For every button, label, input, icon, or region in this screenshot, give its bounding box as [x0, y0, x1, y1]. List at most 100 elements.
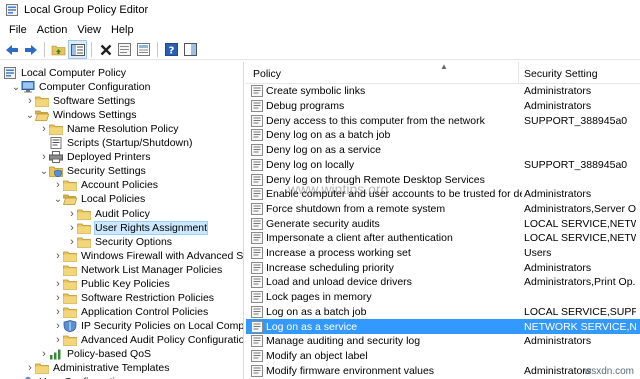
tree-node[interactable]: › Audit Policy — [67, 207, 150, 221]
tree-node[interactable]: › Software Settings — [25, 94, 135, 108]
collapse-chevron-icon[interactable]: ⌄ — [39, 164, 49, 178]
tree-node[interactable]: ⌄ Security Settings — [39, 164, 146, 178]
policy-setting-icon — [251, 247, 263, 260]
expand-chevron-icon[interactable]: › — [11, 375, 21, 379]
policy-row[interactable]: Force shutdown from a remote system Admin… — [246, 202, 640, 217]
tree-node[interactable]: › Software Restriction Policies — [53, 291, 214, 305]
expand-chevron-icon[interactable]: › — [53, 305, 63, 319]
policy-row[interactable]: Deny access to this computer from the ne… — [246, 113, 640, 128]
tree-node[interactable]: Network List Manager Policies — [53, 263, 222, 277]
policy-row[interactable]: Manage auditing and security log Administ… — [246, 334, 640, 349]
export-list-icon[interactable] — [135, 41, 152, 58]
policy-row[interactable]: Modify an object label — [246, 349, 640, 364]
policy-security-setting: Administrators — [524, 261, 592, 274]
tree-node[interactable]: ⌄ Local Policies — [53, 192, 145, 206]
tree-node[interactable]: › Public Key Policies — [53, 277, 170, 291]
tree-node[interactable]: Local Computer Policy — [3, 66, 126, 80]
folder-icon — [63, 278, 77, 290]
expand-chevron-icon[interactable]: › — [53, 319, 63, 333]
policy-setting-icon — [251, 129, 263, 142]
tree-node[interactable]: › Name Resolution Policy — [39, 122, 178, 136]
policy-name: Log on as a service — [266, 320, 358, 333]
printer-icon — [49, 151, 63, 164]
expand-chevron-icon[interactable]: › — [67, 235, 77, 249]
policy-row[interactable]: Generate security audits LOCAL SERVICE,NE… — [246, 216, 640, 231]
policy-row[interactable]: Debug programs Administrators — [246, 99, 640, 114]
policy-setting-icon — [251, 364, 263, 377]
policy-setting-icon — [251, 188, 263, 201]
policy-row[interactable]: Impersonate a client after authenticatio… — [246, 231, 640, 246]
tree-node[interactable]: › Advanced Audit Policy Configuration — [53, 333, 243, 347]
back-arrow-icon[interactable] — [3, 41, 20, 58]
policy-row[interactable]: Lock pages in memory — [246, 290, 640, 305]
column-divider[interactable] — [518, 62, 519, 84]
tree-node[interactable]: › Administrative Templates — [25, 361, 169, 375]
policy-row[interactable]: Log on as a service NETWORK SERVICE,NT ..… — [246, 319, 640, 334]
policy-name: Debug programs — [266, 100, 345, 113]
policy-row[interactable]: Increase scheduling priority Administrato… — [246, 260, 640, 275]
expand-chevron-icon[interactable]: › — [25, 94, 35, 108]
show-pane-icon[interactable] — [182, 41, 199, 58]
policy-setting-icon — [251, 291, 263, 304]
tree-node[interactable]: › IP Security Policies on Local Computer — [53, 319, 243, 333]
properties-icon[interactable] — [116, 41, 133, 58]
policy-name: Log on as a batch job — [266, 305, 367, 318]
menu-help[interactable]: Help — [106, 24, 139, 36]
column-header-security-setting[interactable]: Security Setting — [524, 68, 598, 80]
expand-chevron-icon[interactable]: › — [25, 361, 35, 375]
tree-node[interactable]: › Policy-based QoS — [39, 347, 151, 361]
column-header-policy[interactable]: Policy — [253, 68, 281, 80]
expand-chevron-icon[interactable]: › — [67, 221, 77, 235]
tree-node[interactable]: ⌄ Windows Settings — [25, 108, 137, 122]
collapse-chevron-icon[interactable]: ⌄ — [53, 192, 63, 206]
policy-row[interactable]: Load and unload device drivers Administra… — [246, 275, 640, 290]
expand-chevron-icon[interactable]: › — [39, 347, 49, 361]
menu-action[interactable]: Action — [32, 24, 73, 36]
tree-node[interactable]: › Windows Firewall with Advanced Securit — [53, 249, 243, 263]
expand-chevron-icon[interactable]: › — [53, 178, 63, 192]
policy-row[interactable]: Deny log on as a service — [246, 143, 640, 158]
expand-chevron-icon[interactable]: › — [53, 291, 63, 305]
toolbar: ? — [0, 40, 640, 60]
show-hide-tree-icon[interactable] — [68, 40, 87, 59]
tree-node[interactable]: Scripts (Startup/Shutdown) — [39, 136, 192, 150]
forward-arrow-icon[interactable] — [22, 41, 39, 58]
policy-setting-icon — [251, 158, 263, 171]
menu-file[interactable]: File — [4, 24, 32, 36]
expand-chevron-icon[interactable]: › — [53, 277, 63, 291]
policy-setting-icon — [251, 261, 263, 274]
menu-view[interactable]: View — [72, 24, 106, 36]
policy-security-setting: Administrators — [524, 100, 592, 113]
tree-node[interactable]: ›User Configuration — [11, 375, 127, 379]
console-tree: Local Computer Policy ⌄ Computer Configura… — [0, 62, 244, 379]
collapse-chevron-icon[interactable]: ⌄ — [25, 108, 35, 122]
help-icon[interactable]: ? — [163, 41, 180, 58]
policy-row[interactable]: Log on as a batch job LOCAL SERVICE,SUPPO… — [246, 305, 640, 320]
policy-row[interactable]: Deny log on as a batch job — [246, 128, 640, 143]
folder-icon — [63, 250, 77, 262]
expand-chevron-icon[interactable]: › — [39, 150, 49, 164]
tree-node[interactable]: › User Rights Assignment — [67, 220, 209, 235]
tree-node[interactable]: ⌄ Computer Configuration — [11, 80, 150, 94]
folder-icon — [77, 222, 91, 234]
policy-setting-icon — [251, 335, 263, 348]
collapse-chevron-icon[interactable]: ⌄ — [11, 80, 21, 94]
policy-row[interactable]: Modify firmware environment values Admini… — [246, 363, 640, 378]
policy-row[interactable]: Increase a process working set Users — [246, 246, 640, 261]
up-folder-icon[interactable] — [50, 41, 67, 58]
tree-node[interactable]: › Security Options — [67, 235, 172, 249]
tree-node[interactable]: › Account Policies — [53, 178, 158, 192]
expand-chevron-icon[interactable]: › — [67, 207, 77, 221]
expand-chevron-icon[interactable]: › — [53, 249, 63, 263]
policy-row[interactable]: Deny log on locally SUPPORT_388945a0 — [246, 158, 640, 173]
expand-chevron-icon[interactable]: › — [39, 122, 49, 136]
tree-node[interactable]: › Deployed Printers — [39, 150, 150, 164]
svg-text:?: ? — [169, 46, 175, 57]
policy-row[interactable]: Create symbolic links Administrators — [246, 84, 640, 99]
tree-node[interactable]: › Application Control Policies — [53, 305, 208, 319]
delete-icon[interactable] — [97, 41, 114, 58]
sort-up-icon: ▲ — [440, 62, 448, 71]
expand-chevron-icon[interactable]: › — [53, 333, 63, 347]
